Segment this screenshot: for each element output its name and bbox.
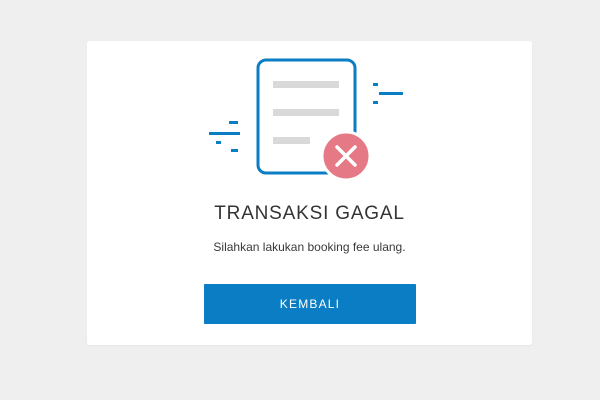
- failed-document-icon: [209, 58, 403, 182]
- result-card: TRANSAKSI GAGAL Silahkan lakukan booking…: [87, 41, 532, 345]
- result-message: Silahkan lakukan booking fee ulang.: [213, 240, 406, 254]
- motion-lines-right: [373, 83, 403, 104]
- result-title: TRANSAKSI GAGAL: [214, 203, 405, 224]
- error-x-icon: [320, 130, 372, 182]
- motion-lines-left: [209, 121, 240, 152]
- back-button[interactable]: KEMBALI: [204, 284, 416, 324]
